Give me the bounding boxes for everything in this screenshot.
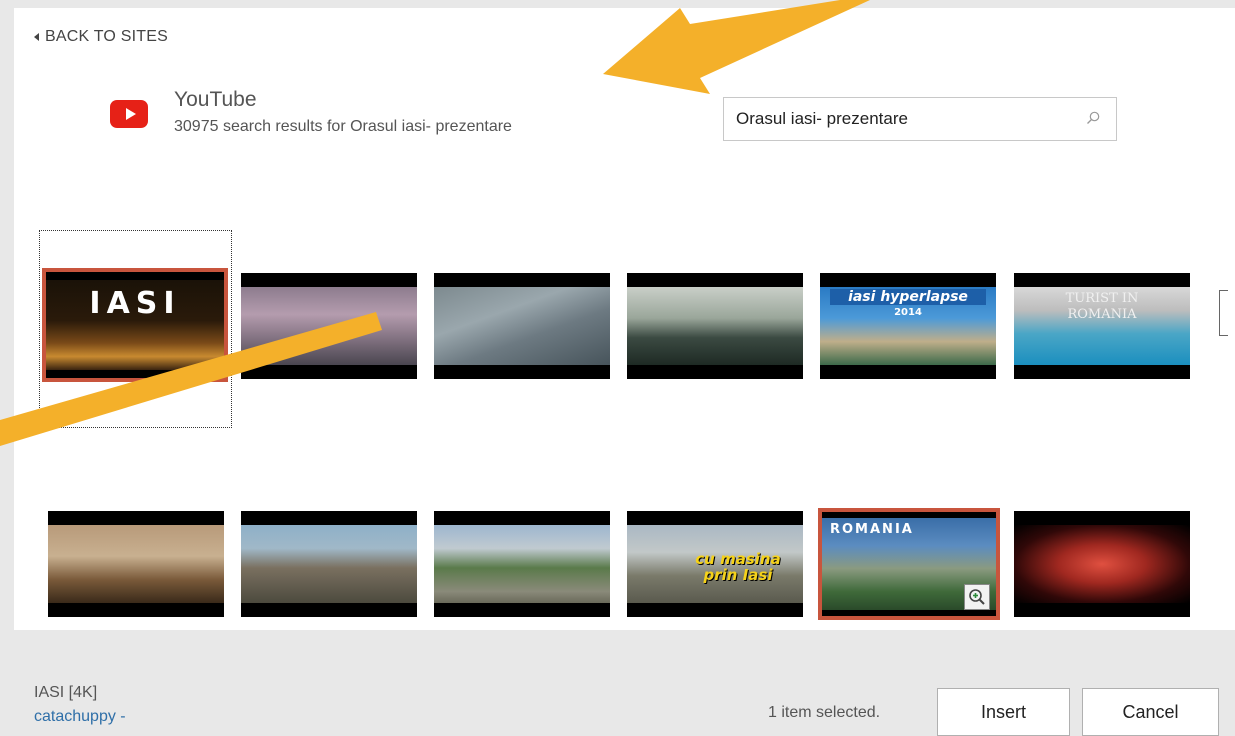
back-to-sites-label: BACK TO SITES <box>45 28 168 45</box>
chevron-left-icon <box>34 33 39 41</box>
video-thumbnail-10[interactable]: cu masina prin Iasi <box>627 511 803 617</box>
video-thumbnail-11[interactable]: ROMANIA <box>818 508 1000 620</box>
video-thumbnail-3[interactable] <box>434 273 610 379</box>
thumbnail-title-text: iasi hyperlapse <box>830 289 986 305</box>
video-thumbnail-12[interactable] <box>1014 511 1190 617</box>
thumbnail-title-text: IASI <box>89 286 181 321</box>
selection-status: 1 item selected. <box>768 704 881 721</box>
video-thumbnail-8[interactable] <box>241 511 417 617</box>
back-to-sites-link[interactable]: BACK TO SITES <box>34 28 168 46</box>
site-header: YouTube 30975 search results for Orasul … <box>110 88 512 136</box>
selected-video-title: IASI [4K] <box>34 684 98 701</box>
thumbnail-subtitle-text: 2014 <box>894 307 922 318</box>
video-thumbnail-5[interactable]: iasi hyperlapse 2014 <box>820 273 996 379</box>
thumbnail-title-text: ROMANIA <box>830 522 914 537</box>
youtube-logo-icon <box>110 100 148 128</box>
video-thumbnail-4[interactable] <box>627 273 803 379</box>
search-box[interactable] <box>723 97 1117 141</box>
results-count-text: 30975 search results for Orasul iasi- pr… <box>174 118 512 135</box>
video-thumbnail-1[interactable]: IASI <box>42 268 228 382</box>
video-thumbnail-9[interactable] <box>434 511 610 617</box>
search-icon[interactable] <box>1086 111 1100 125</box>
cancel-button[interactable]: Cancel <box>1082 688 1219 736</box>
insert-button[interactable]: Insert <box>937 688 1070 736</box>
zoom-in-icon[interactable] <box>964 584 990 610</box>
thumbnail-title-text: TURIST IN ROMANIA <box>1065 291 1139 322</box>
scroll-next-handle[interactable] <box>1219 290 1228 336</box>
site-title: YouTube <box>174 88 257 111</box>
thumbnail-title-text: cu masina prin Iasi <box>695 550 781 584</box>
video-thumbnail-2[interactable] <box>241 273 417 379</box>
video-thumbnail-6[interactable]: TURIST IN ROMANIA <box>1014 273 1190 379</box>
selected-video-author-link[interactable]: catachuppy - <box>34 708 126 726</box>
video-thumbnail-7[interactable] <box>48 511 224 617</box>
search-input[interactable] <box>736 109 1076 129</box>
